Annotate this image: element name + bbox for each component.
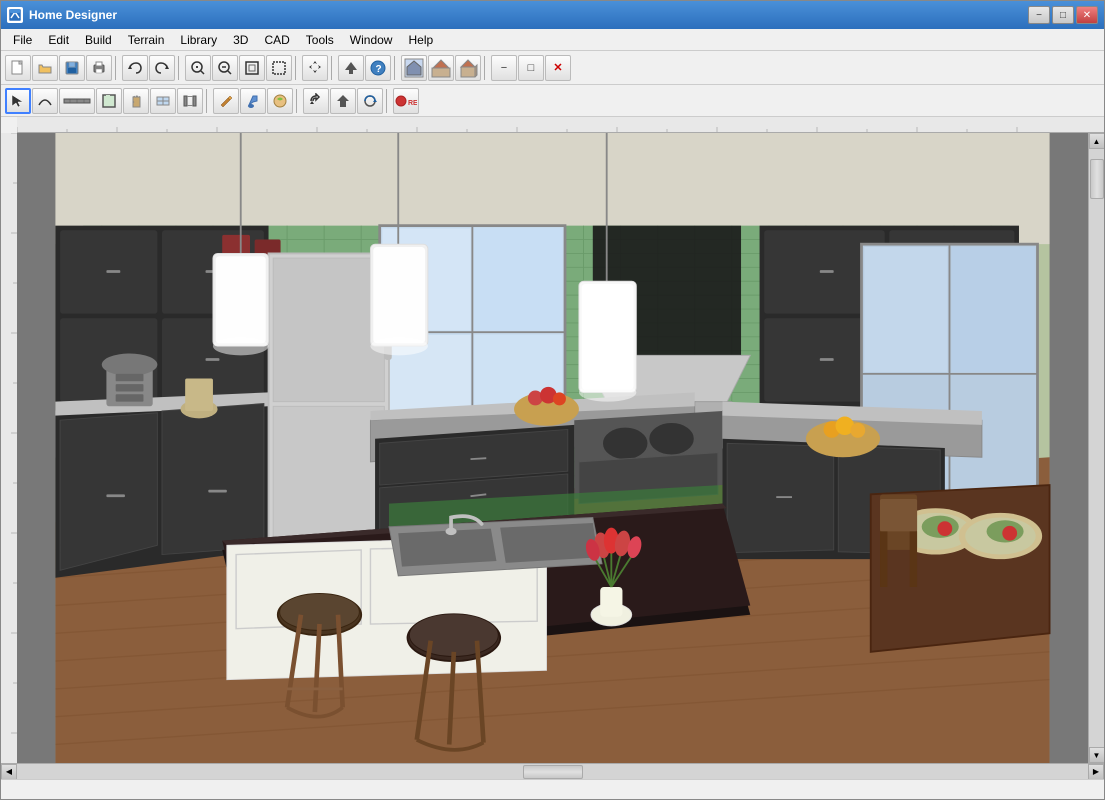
svg-text:REC: REC — [408, 100, 417, 107]
scrollbar-vertical: ▲ ▼ — [1088, 133, 1104, 763]
sep7 — [206, 89, 210, 113]
wall-tool[interactable] — [59, 88, 95, 114]
print-button[interactable] — [86, 55, 112, 81]
menu-cad[interactable]: CAD — [256, 29, 297, 50]
record-button[interactable]: REC — [393, 88, 419, 114]
canvas-h-area: ▲ ▼ — [1, 133, 1104, 763]
edit-tool[interactable] — [213, 88, 239, 114]
menu-help[interactable]: Help — [400, 29, 441, 50]
inner-maximize[interactable]: □ — [518, 55, 544, 81]
scrollbar-horizontal: ◀ ▶ — [1, 763, 1104, 779]
app-icon — [7, 7, 23, 23]
draw-arc-tool[interactable] — [32, 88, 58, 114]
new-button[interactable] — [5, 55, 31, 81]
sep5 — [394, 56, 398, 80]
save-button[interactable] — [59, 55, 85, 81]
paint-tool[interactable] — [240, 88, 266, 114]
sep2 — [178, 56, 182, 80]
scroll-left-button[interactable]: ◀ — [1, 764, 17, 780]
sep6 — [484, 56, 488, 80]
inner-close[interactable]: ✕ — [545, 55, 571, 81]
room-tool[interactable] — [96, 88, 122, 114]
up-arrow-button[interactable] — [338, 55, 364, 81]
camera-spin-tool[interactable] — [357, 88, 383, 114]
scroll-thumb-horizontal[interactable] — [523, 765, 583, 779]
redo-button[interactable] — [149, 55, 175, 81]
help-button[interactable]: ? — [365, 55, 391, 81]
scroll-down-button[interactable]: ▼ — [1089, 747, 1105, 763]
opening-tool[interactable] — [177, 88, 203, 114]
menu-window[interactable]: Window — [342, 29, 401, 50]
sep3 — [295, 56, 299, 80]
scroll-track-horizontal[interactable] — [17, 764, 1088, 780]
library-tool[interactable] — [267, 88, 293, 114]
window-tool[interactable] — [150, 88, 176, 114]
menu-file[interactable]: File — [5, 29, 40, 50]
scroll-right-button[interactable]: ▶ — [1088, 764, 1104, 780]
door-tool[interactable] — [123, 88, 149, 114]
house-elevation-button[interactable] — [428, 55, 454, 81]
up-tool[interactable] — [330, 88, 356, 114]
title-bar: Home Designer − □ ✕ — [1, 1, 1104, 29]
zoom-in-button[interactable] — [185, 55, 211, 81]
menu-tools[interactable]: Tools — [298, 29, 342, 50]
sep8 — [296, 89, 300, 113]
select-tool[interactable] — [5, 88, 31, 114]
menu-3d[interactable]: 3D — [225, 29, 256, 50]
minimize-button[interactable]: − — [1028, 6, 1050, 24]
menu-library[interactable]: Library — [172, 29, 225, 50]
house-3d-button[interactable] — [455, 55, 481, 81]
maximize-button[interactable]: □ — [1052, 6, 1074, 24]
window-controls: − □ ✕ — [1028, 6, 1098, 24]
toolbar-1: ? − □ ✕ — [1, 51, 1104, 85]
canvas-wrapper: ▲ ▼ ◀ ▶ — [1, 117, 1104, 779]
ruler-horizontal — [17, 117, 1104, 133]
house-plan-button[interactable] — [401, 55, 427, 81]
sep4 — [331, 56, 335, 80]
close-button[interactable]: ✕ — [1076, 6, 1098, 24]
sep9 — [386, 89, 390, 113]
zoom-full-button[interactable] — [239, 55, 265, 81]
menu-build[interactable]: Build — [77, 29, 120, 50]
zoom-window-button[interactable] — [266, 55, 292, 81]
rotate-tool[interactable] — [303, 88, 329, 114]
undo-button[interactable] — [122, 55, 148, 81]
menu-bar: File Edit Build Terrain Library 3D CAD T… — [1, 29, 1104, 51]
main-area: ▲ ▼ ◀ ▶ — [1, 117, 1104, 779]
scroll-track-vertical[interactable] — [1089, 149, 1105, 747]
main-window: Home Designer − □ ✕ File Edit Build Terr… — [0, 0, 1105, 800]
menu-terrain[interactable]: Terrain — [120, 29, 173, 50]
toolbar-2: REC — [1, 85, 1104, 117]
scroll-thumb-vertical[interactable] — [1090, 159, 1104, 199]
inner-minimize[interactable]: − — [491, 55, 517, 81]
window-title: Home Designer — [29, 8, 1028, 22]
menu-edit[interactable]: Edit — [40, 29, 77, 50]
pan-button[interactable] — [302, 55, 328, 81]
canvas-area[interactable] — [17, 133, 1088, 763]
scroll-up-button[interactable]: ▲ — [1089, 133, 1105, 149]
status-bar — [1, 779, 1104, 799]
zoom-out-button[interactable] — [212, 55, 238, 81]
svg-text:?: ? — [376, 64, 382, 75]
sep1 — [115, 56, 119, 80]
kitchen-scene — [17, 133, 1088, 763]
ruler-vertical — [1, 133, 17, 763]
open-button[interactable] — [32, 55, 58, 81]
